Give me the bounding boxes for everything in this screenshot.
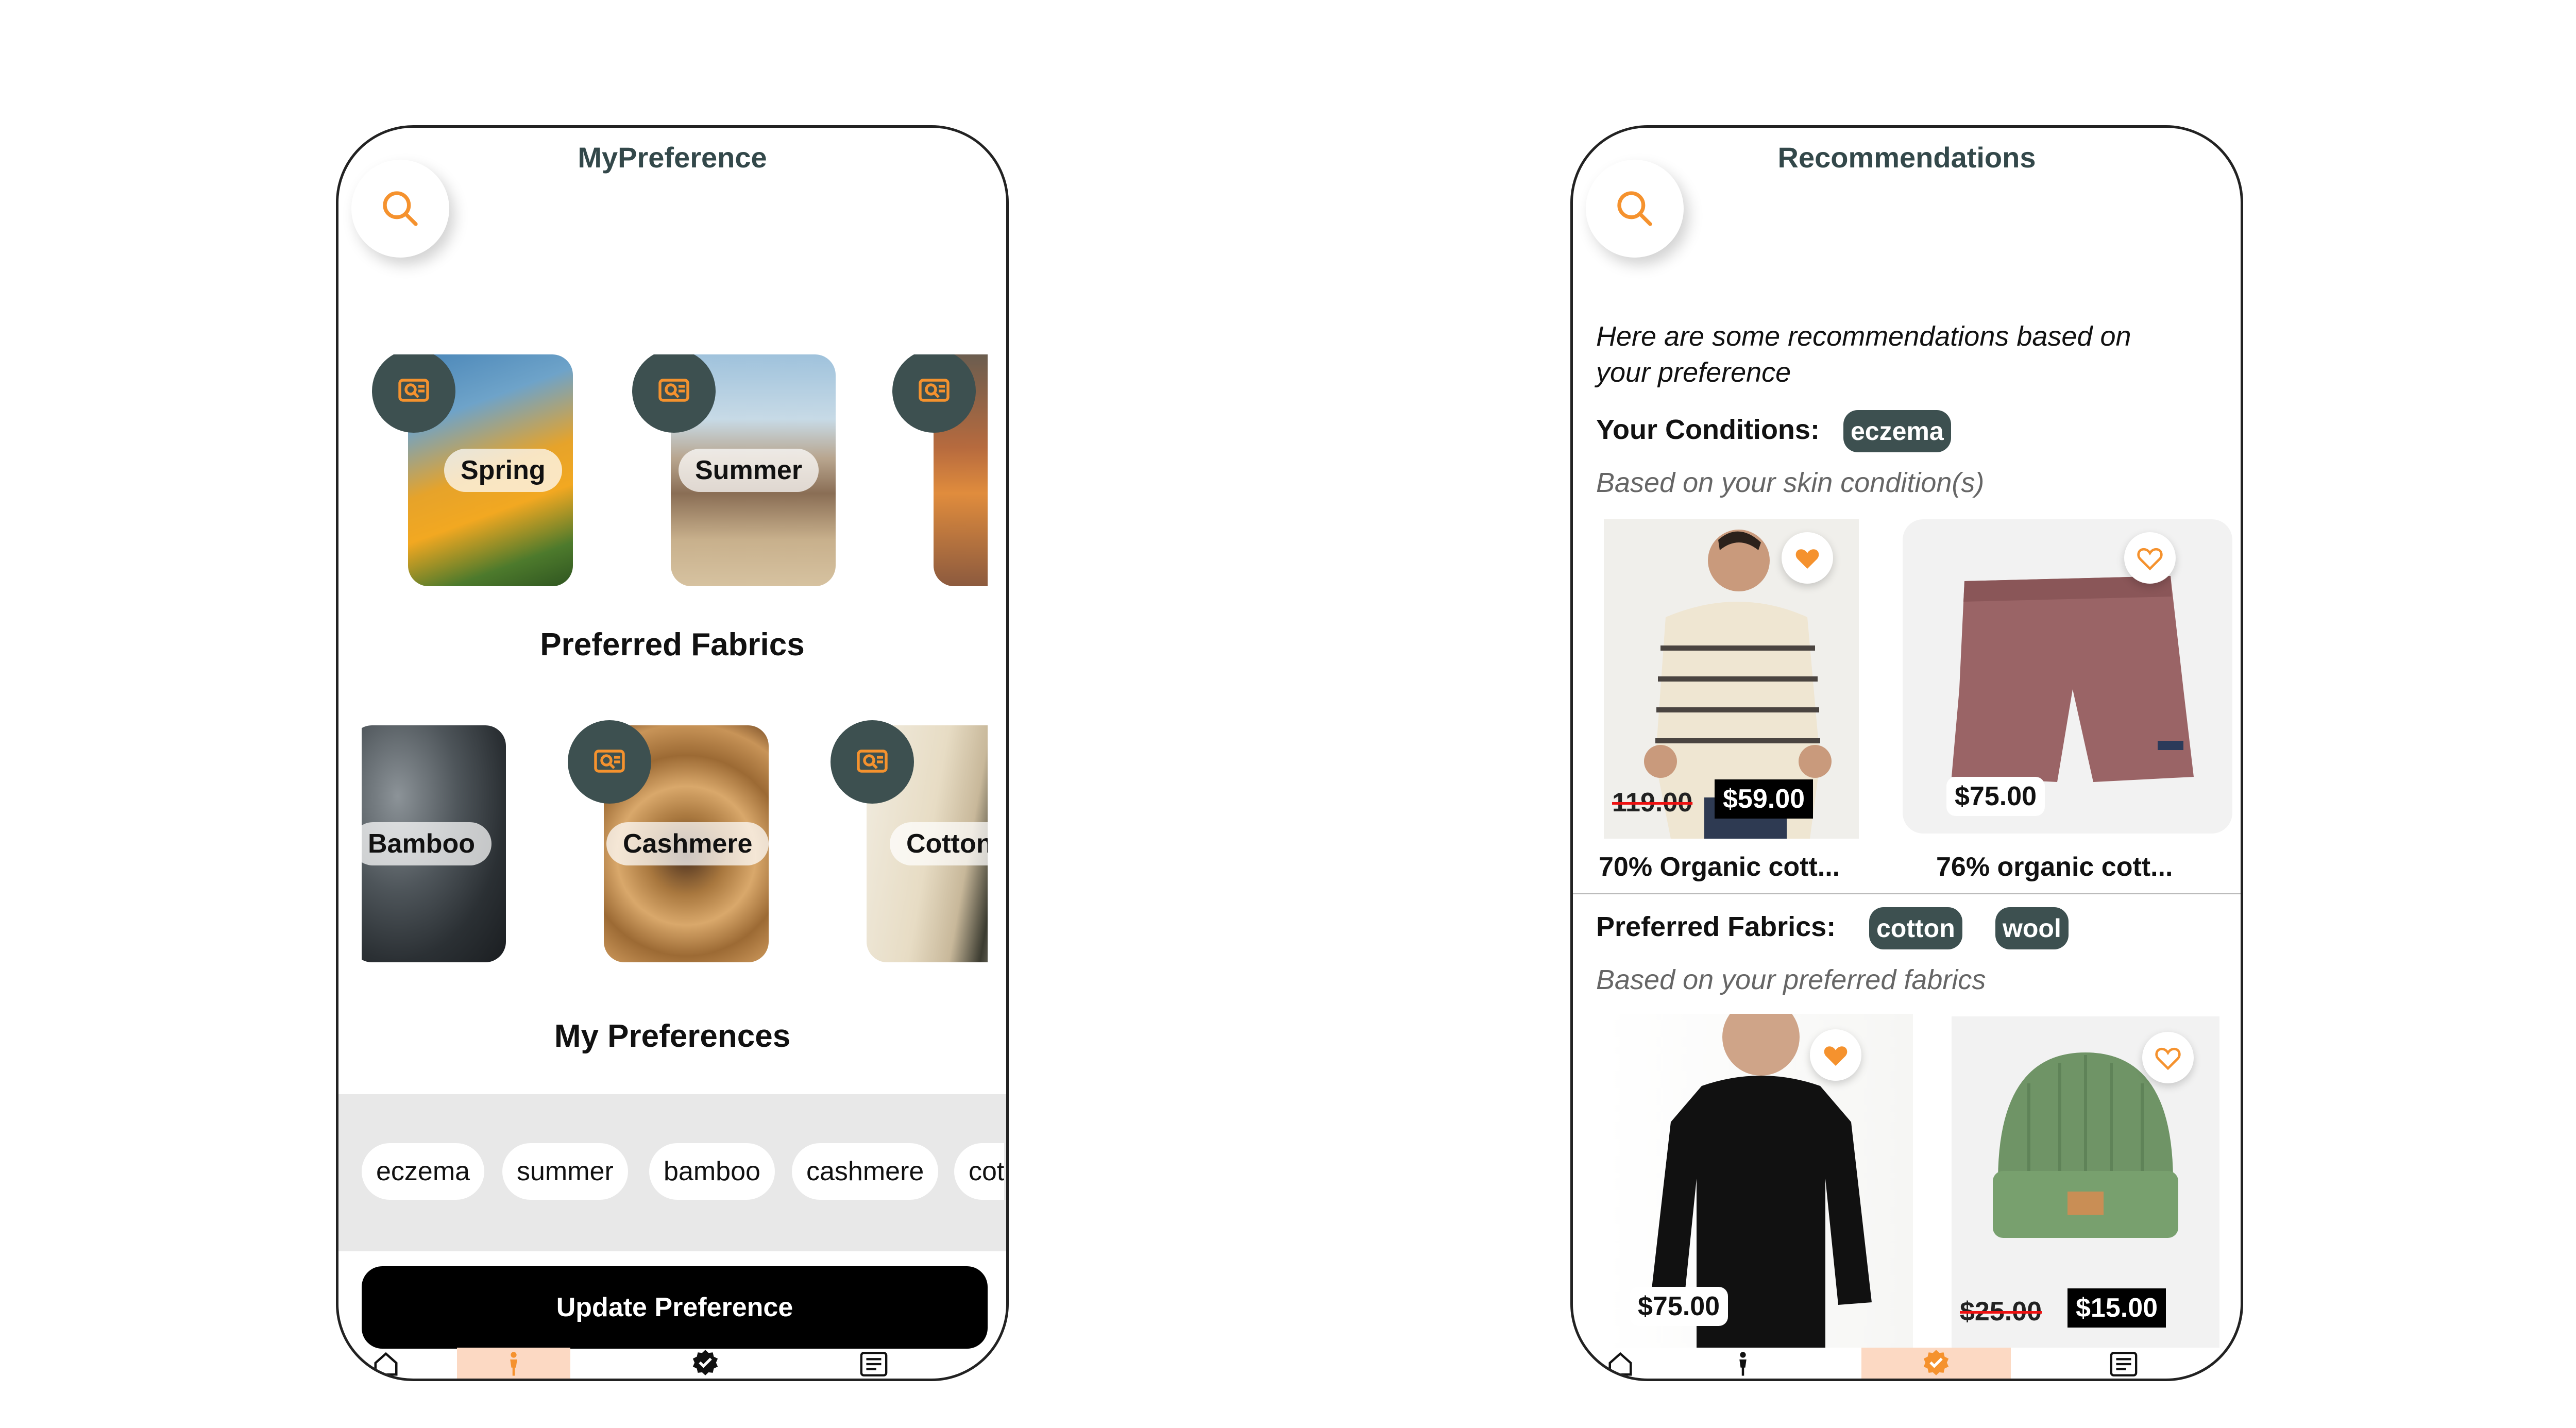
bottom-tab-bar [1573, 1348, 2241, 1379]
tab-more[interactable] [967, 1348, 1006, 1379]
more-icon [975, 1353, 995, 1373]
favorite-button[interactable] [1782, 532, 1833, 584]
fabric-badge[interactable] [568, 720, 651, 804]
more-icon [2210, 1353, 2229, 1373]
heart-outline-icon [2137, 548, 2163, 571]
season-label: Summer [679, 449, 819, 492]
conditions-label: Your Conditions: [1596, 414, 1820, 445]
fabric-carousel[interactable]: Bamboo Cashmere Cotton [362, 720, 988, 967]
search-card-icon [594, 750, 625, 773]
season-carousel[interactable]: Spring Summer [362, 354, 988, 602]
season-label: Spring [444, 449, 562, 492]
preference-chip[interactable]: eczema [362, 1143, 485, 1200]
intro-text: Here are some recommendations based on y… [1596, 321, 2131, 388]
heart-filled-icon [1795, 549, 1819, 569]
search-card-icon [398, 379, 429, 402]
fabrics-heading: Preferred Fabrics [540, 627, 805, 662]
preference-chip[interactable]: summer [502, 1143, 628, 1200]
original-price: 119.00 [1612, 788, 1693, 818]
preference-chip[interactable]: cashmere [792, 1143, 939, 1200]
favorite-button[interactable] [2124, 532, 2176, 584]
favorite-button[interactable] [1810, 1029, 1861, 1081]
conditions-note: Based on your skin condition(s) [1596, 467, 1985, 498]
product-card[interactable]: $25.00 $15.00 [1952, 1016, 2219, 1348]
preference-chip-bar[interactable]: eczema summer bamboo cashmere cot [338, 1094, 1006, 1251]
heart-filled-icon [1824, 1046, 1848, 1066]
condition-tag[interactable]: eczema [1843, 410, 1951, 452]
search-card-icon [658, 379, 689, 402]
preferences-heading: My Preferences [554, 1018, 791, 1054]
product-name: 76% organic cott... [1936, 852, 2173, 882]
my-preference-screen: MyPreference Spring Summer Preferred Fab… [336, 125, 1009, 1381]
preference-chip[interactable]: cot [954, 1143, 1005, 1200]
sale-price: $59.00 [1715, 779, 1814, 819]
page-title: Recommendations [1777, 141, 2036, 174]
product-name: 70% Organic cott... [1599, 852, 1840, 882]
price: $75.00 [1946, 777, 2045, 816]
section-divider [1573, 893, 2241, 894]
favorite-button[interactable] [2142, 1032, 2194, 1083]
search-button[interactable] [351, 160, 449, 258]
tab-profile[interactable] [457, 1348, 570, 1379]
original-price: $25.00 [1960, 1297, 2042, 1327]
tab-recommendations[interactable] [1861, 1348, 2011, 1379]
heart-outline-icon [2155, 1047, 2181, 1070]
search-icon [1617, 191, 1652, 226]
verified-icon [1923, 1350, 1949, 1375]
search-button[interactable] [1586, 160, 1684, 258]
fabric-card-bamboo[interactable]: Bamboo [362, 725, 506, 962]
person-icon [510, 1352, 517, 1376]
product-card[interactable]: $75.00 [1903, 519, 2232, 834]
recommendations-screen: Recommendations Here are some recommenda… [1570, 125, 2243, 1381]
bottom-tab-bar [338, 1348, 1006, 1379]
person-icon [1739, 1352, 1747, 1376]
home-icon [374, 1352, 398, 1376]
fabric-label: Bamboo [362, 822, 492, 865]
tab-recommendations[interactable] [673, 1348, 735, 1379]
fabric-label: Cotton [890, 822, 988, 865]
price: $75.00 [1630, 1287, 1728, 1326]
product-card[interactable]: 119.00 $59.00 [1604, 519, 1859, 839]
tab-home[interactable] [1588, 1348, 1650, 1379]
tab-more[interactable] [2201, 1348, 2241, 1379]
fabrics-note: Based on your preferred fabrics [1596, 964, 1986, 995]
fabric-badge[interactable] [831, 720, 914, 804]
search-icon [383, 191, 418, 226]
fabric-tag[interactable]: cotton [1869, 907, 1962, 949]
search-card-icon [919, 379, 950, 402]
tab-news[interactable] [2093, 1348, 2155, 1379]
sale-price: $15.00 [2067, 1288, 2166, 1328]
search-card-icon [857, 750, 888, 773]
fabric-tag[interactable]: wool [1995, 907, 2069, 949]
fabrics-label: Preferred Fabrics: [1596, 911, 1836, 942]
update-preference-button[interactable]: Update Preference [362, 1266, 988, 1349]
tab-news[interactable] [843, 1348, 905, 1379]
news-icon [860, 1352, 888, 1376]
preference-chip[interactable]: bamboo [649, 1143, 775, 1200]
page-title: MyPreference [578, 141, 767, 174]
tab-home[interactable] [354, 1348, 416, 1379]
verified-icon [692, 1350, 718, 1375]
home-icon [1608, 1352, 1632, 1376]
news-icon [2110, 1352, 2138, 1376]
tab-profile[interactable] [1712, 1348, 1774, 1379]
product-card[interactable]: $75.00 [1604, 1014, 1913, 1348]
fabric-label: Cashmere [606, 822, 769, 865]
